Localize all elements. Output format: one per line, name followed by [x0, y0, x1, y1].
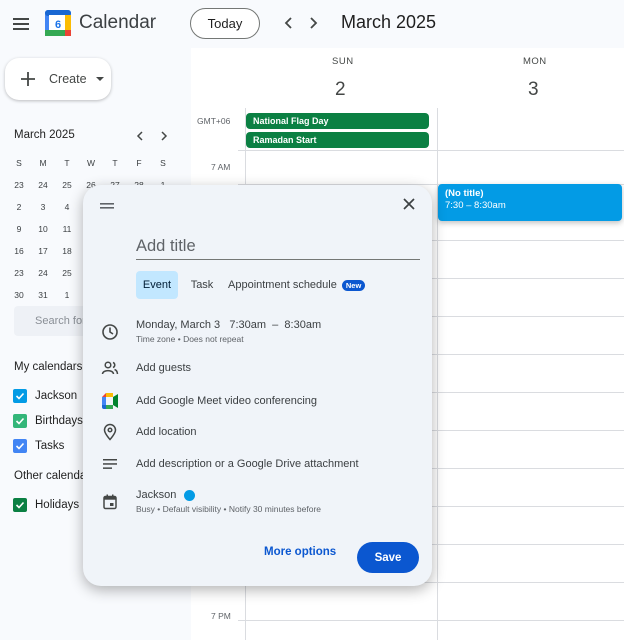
mini-calendar-chevron-left-icon[interactable] [133, 129, 147, 143]
new-badge: New [341, 279, 366, 291]
day-header-date[interactable]: 3 [528, 79, 539, 101]
my-calendar-item-jackson[interactable]: Jackson [13, 389, 77, 403]
search-people-input[interactable]: Search for people [14, 306, 122, 336]
checkbox-checked-icon[interactable] [13, 414, 27, 428]
close-icon[interactable] [402, 197, 416, 211]
mini-calendar-day[interactable]: 17 [31, 240, 55, 262]
tab-task[interactable]: Task [184, 271, 220, 299]
my-calendar-label: Tasks [35, 440, 65, 452]
day-header-date[interactable]: 2 [335, 79, 346, 101]
checkbox-checked-icon[interactable] [13, 439, 27, 453]
create-button[interactable]: Create [5, 58, 111, 100]
clock-icon [102, 324, 118, 340]
mini-calendar-chevron-right-icon[interactable] [157, 129, 171, 143]
add-guests-button[interactable]: Add guests [136, 362, 191, 374]
today-button[interactable]: Today [190, 8, 260, 39]
draft-event-title: (No title) [445, 188, 484, 199]
add-description-button[interactable]: Add description or a Google Drive attach… [136, 458, 359, 470]
main-menu-icon[interactable] [10, 13, 32, 35]
time-label-7pm: 7 PM [211, 611, 231, 621]
plus-icon [21, 72, 35, 86]
draft-event-block[interactable]: (No title) 7:30 – 8:30am [438, 184, 622, 221]
event-title-input[interactable] [136, 233, 420, 260]
previous-period-chevron-left-icon[interactable] [279, 13, 299, 33]
my-calendar-item-tasks[interactable]: Tasks [13, 439, 64, 453]
time-label-7am: 7 AM [211, 162, 231, 172]
mini-calendar-day[interactable]: 3 [31, 196, 55, 218]
mini-calendar-day[interactable]: 24 [31, 262, 55, 284]
caret-down-icon [95, 77, 104, 81]
my-calendar-label: Jackson [35, 390, 78, 402]
description-icon [103, 459, 117, 469]
time-range-dash: – [272, 319, 279, 331]
my-calendar-item-birthdays[interactable]: Birthdays [13, 414, 83, 428]
add-google-meet-button[interactable]: Add Google Meet video conferencing [136, 395, 317, 407]
app-title: Calendar [79, 12, 157, 33]
event-end-time[interactable]: 8:30am [284, 319, 321, 331]
mini-calendar-day[interactable]: 1 [55, 284, 79, 306]
mini-calendar-day[interactable]: 18 [55, 240, 79, 262]
event-date[interactable]: Monday, March 3 [136, 319, 220, 331]
mini-calendar-day[interactable]: 10 [31, 218, 55, 240]
draft-event-time: 7:30 – 8:30am [445, 200, 506, 211]
tab-event[interactable]: Event [136, 271, 178, 299]
calendar-logo-icon: 6 [45, 10, 71, 36]
mini-calendar-day[interactable]: 25 [55, 262, 79, 284]
mini-calendar-day[interactable]: 11 [55, 218, 79, 240]
more-options-button[interactable]: More options [264, 546, 336, 558]
checkbox-checked-icon[interactable] [13, 389, 27, 403]
mini-calendar-weekday: W [86, 158, 96, 168]
allday-event[interactable]: National Flag Day [246, 113, 429, 129]
calendar-icon [103, 494, 117, 510]
calendar-name: Jackson [136, 489, 177, 501]
create-label: Create [49, 72, 87, 86]
mini-calendar-day[interactable]: 4 [55, 196, 79, 218]
mini-calendar-day[interactable]: 23 [7, 262, 31, 284]
event-quick-create-dialog: Event Task Appointment schedule New Mond… [83, 185, 432, 586]
timezone-label: GMT+06 [197, 116, 231, 126]
mini-calendar-day[interactable]: 30 [7, 284, 31, 306]
calendar-color-dot[interactable] [184, 489, 196, 501]
mini-calendar-day[interactable]: 24 [31, 174, 55, 196]
mini-calendar-weekday: S [16, 158, 22, 168]
mini-calendar-weekday: T [112, 158, 118, 168]
mini-calendar-day[interactable]: 23 [7, 174, 31, 196]
mini-calendar-weekday: S [160, 158, 166, 168]
mini-calendar-weekday: T [64, 158, 70, 168]
checkbox-checked-icon[interactable] [13, 498, 27, 512]
next-period-chevron-right-icon[interactable] [303, 13, 323, 33]
allday-event[interactable]: Ramadan Start [246, 132, 429, 148]
timezone-repeat-link[interactable]: Time zone • Does not repeat [136, 334, 244, 344]
event-datetime[interactable]: Monday, March 3 7:30am – 8:30am [136, 319, 321, 331]
tab-appointment-schedule-label: Appointment schedule [228, 279, 337, 291]
mini-calendar-day[interactable]: 16 [7, 240, 31, 262]
mini-calendar-day[interactable]: 31 [31, 284, 55, 306]
day-header-dow: MON [523, 56, 547, 67]
mini-calendar-weekday: F [136, 158, 142, 168]
add-guests-icon [101, 361, 119, 375]
logo-number: 6 [55, 19, 61, 31]
save-button[interactable]: Save [357, 542, 419, 573]
mini-calendar-title: March 2025 [14, 129, 75, 141]
mini-calendar-day[interactable]: 9 [7, 218, 31, 240]
calendar-selector[interactable]: Jackson [136, 489, 196, 501]
add-location-button[interactable]: Add location [136, 426, 197, 438]
hour-line [238, 150, 624, 151]
google-meet-icon [102, 393, 118, 409]
location-pin-icon [103, 423, 117, 441]
mini-calendar-weekday: M [39, 158, 47, 168]
top-bar: 6 Calendar Today March 2025 [0, 0, 624, 48]
mini-calendar-day[interactable]: 2 [7, 196, 31, 218]
tab-appointment-schedule[interactable]: Appointment schedule New [228, 271, 382, 299]
current-period-title: March 2025 [341, 12, 437, 32]
hour-line [238, 620, 624, 621]
drag-handle-icon[interactable] [100, 202, 114, 210]
event-start-time[interactable]: 7:30am [229, 319, 266, 331]
my-calendar-label: Birthdays [35, 415, 83, 427]
calendar-settings-summary[interactable]: Busy • Default visibility • Notify 30 mi… [136, 504, 321, 514]
mini-calendar-day[interactable]: 25 [55, 174, 79, 196]
day-header-dow: SUN [332, 56, 354, 67]
my-calendars-title[interactable]: My calendars [14, 361, 82, 373]
